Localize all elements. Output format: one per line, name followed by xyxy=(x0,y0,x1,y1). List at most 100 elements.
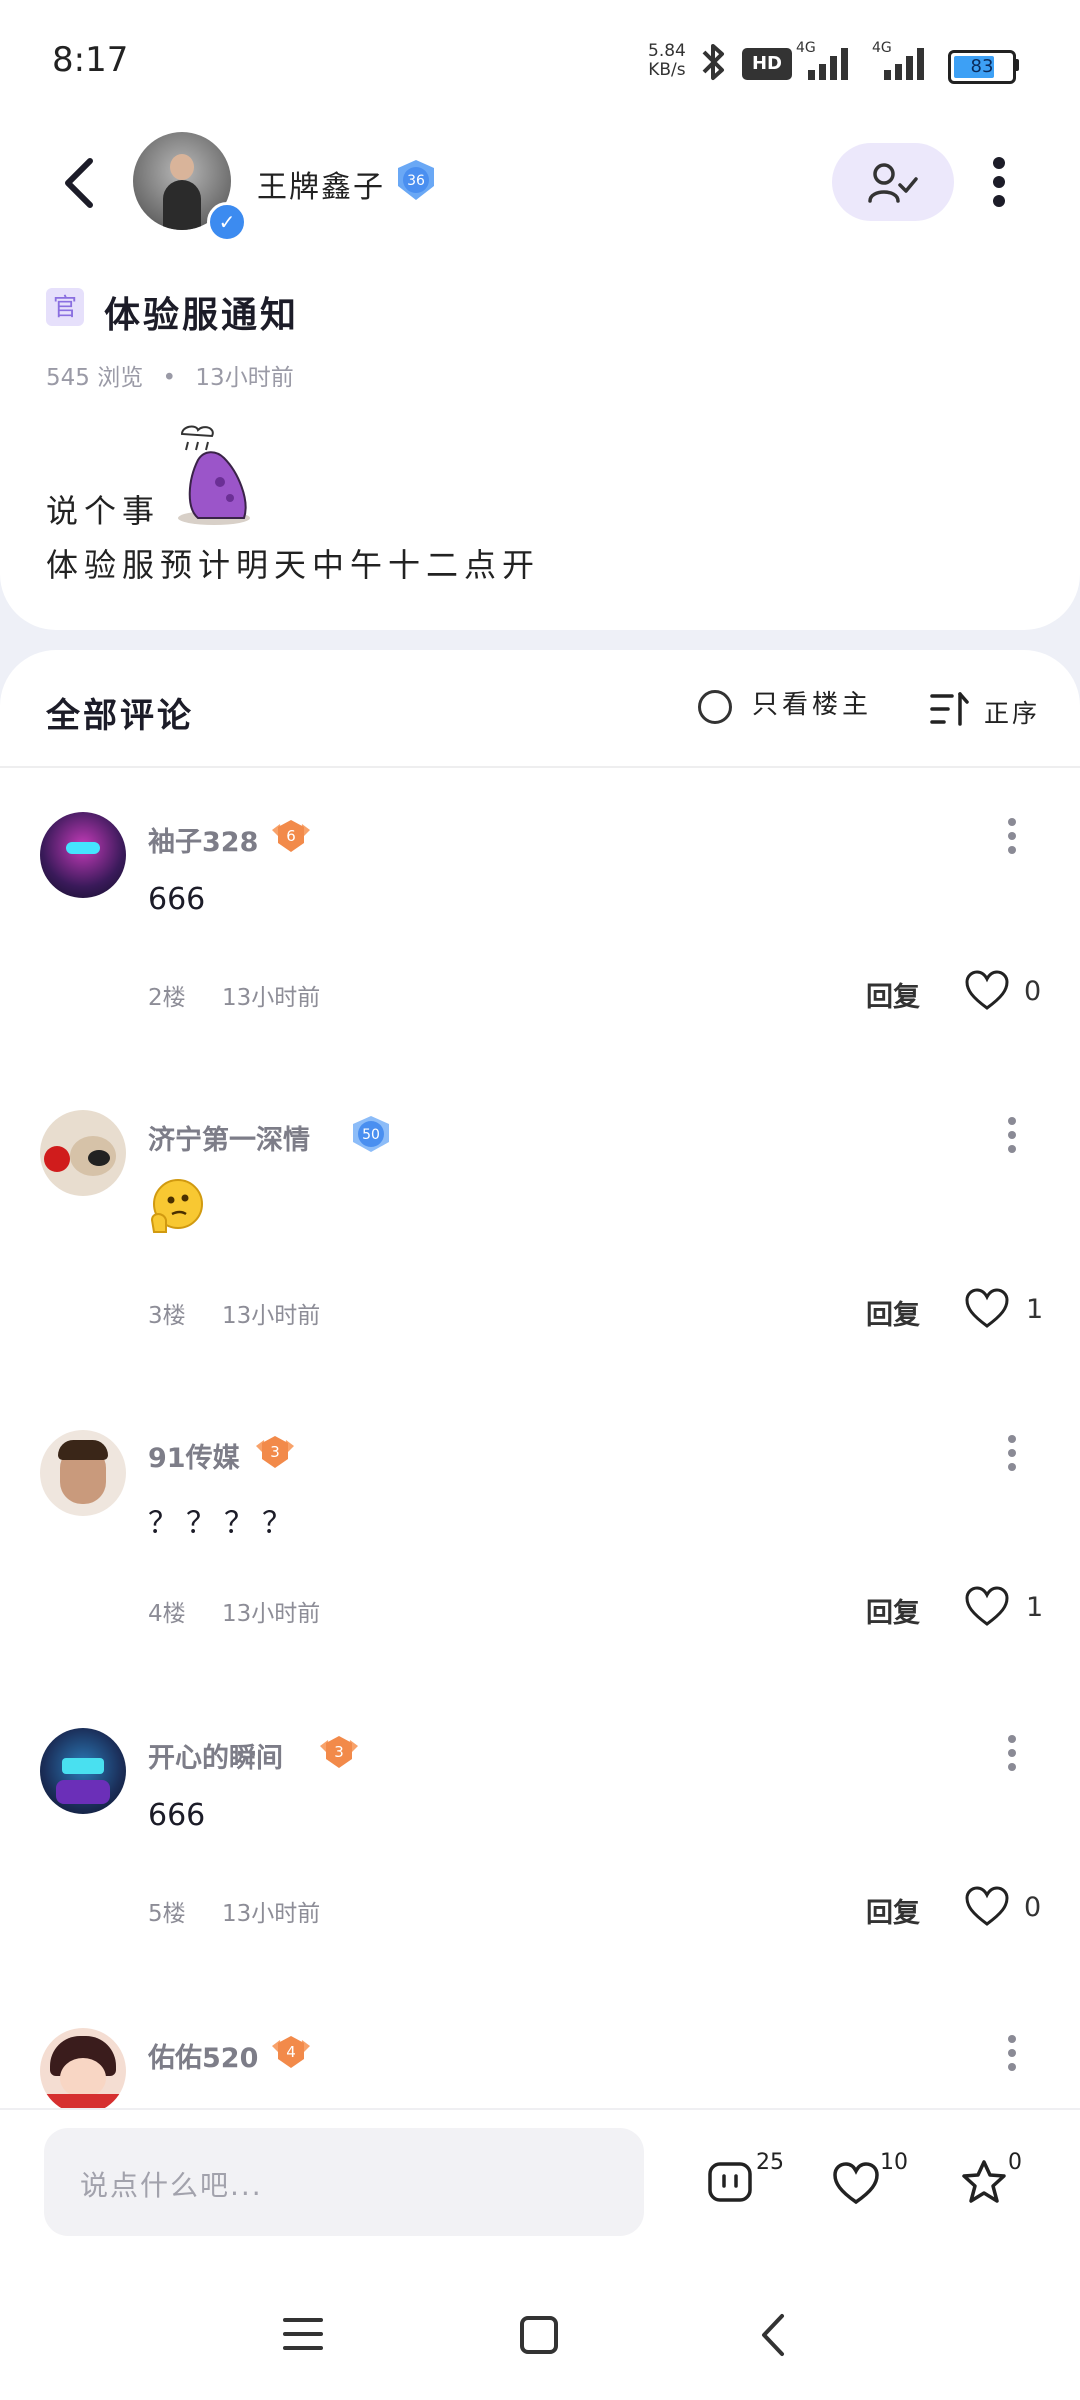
commenter-avatar[interactable] xyxy=(40,812,126,898)
post-body-line1: 说个事 xyxy=(46,492,161,530)
heart-icon[interactable] xyxy=(964,1586,1010,1628)
commenter-avatar[interactable] xyxy=(40,1728,126,1814)
comment-more-icon[interactable] xyxy=(1007,1116,1017,1154)
commenter-name[interactable]: 佑佑520 xyxy=(148,2036,258,2075)
commenter-avatar[interactable] xyxy=(40,1430,126,1516)
status-time: 8:17 xyxy=(52,40,129,80)
post-time: 13小时前 xyxy=(195,365,294,391)
level-badge: 6 xyxy=(272,820,310,852)
commenter-name[interactable]: 济宁第一深情 xyxy=(148,1118,310,1157)
reply-button[interactable]: 回复 xyxy=(866,1891,920,1930)
heart-icon[interactable] xyxy=(964,1886,1010,1928)
avatar-nose xyxy=(88,1150,110,1166)
speed-unit: KB/s xyxy=(648,60,686,80)
avatar-head xyxy=(170,154,194,180)
only-op-radio[interactable] xyxy=(698,690,732,724)
comment-text: 666 xyxy=(148,1798,206,1833)
battery-percent: 83 xyxy=(970,56,994,77)
comment-floor: 5楼 xyxy=(148,1901,186,1927)
avatar-visor xyxy=(62,1758,104,1774)
comment-text: 666 xyxy=(148,882,206,917)
more-vert-icon[interactable] xyxy=(992,156,1006,208)
author-name[interactable]: 王牌鑫子 xyxy=(257,162,385,206)
comment-input-placeholder[interactable]: 说点什么吧... xyxy=(80,2164,263,2204)
meta-separator: • xyxy=(162,365,177,391)
commenter-avatar[interactable] xyxy=(40,2028,126,2114)
back-icon[interactable] xyxy=(60,155,100,211)
hd-badge: HD xyxy=(742,48,792,80)
comment-more-icon[interactable] xyxy=(1007,2034,1017,2072)
comment-count: 25 xyxy=(756,2150,784,2175)
comment-floor: 3楼 xyxy=(148,1303,186,1329)
comment-time: 13小时前 xyxy=(222,1601,321,1627)
level-text: 50 xyxy=(362,1127,380,1143)
avatar-face xyxy=(60,2058,106,2098)
bluetooth-icon xyxy=(702,44,724,80)
like-count: 1 xyxy=(1026,1294,1044,1325)
level-text: 3 xyxy=(334,1743,344,1761)
heart-icon[interactable] xyxy=(964,1288,1010,1330)
level-badge: 36 xyxy=(398,160,434,200)
level-text: 36 xyxy=(407,173,425,189)
level-badge: 50 xyxy=(353,1116,389,1152)
favorite-count: 0 xyxy=(1008,2150,1022,2175)
level-text: 6 xyxy=(286,827,296,845)
like-count: 0 xyxy=(1024,976,1042,1007)
menu-nav-icon[interactable] xyxy=(282,2314,324,2354)
divider xyxy=(0,766,1080,768)
sort-label[interactable]: 正序 xyxy=(984,694,1040,730)
home-nav-icon[interactable] xyxy=(518,2314,560,2356)
commenter-avatar[interactable] xyxy=(40,1110,126,1196)
comments-title: 全部评论 xyxy=(46,696,194,736)
avatar-visor xyxy=(66,842,100,854)
comment-more-icon[interactable] xyxy=(1007,1434,1017,1472)
signal-icon xyxy=(808,48,848,80)
heart-icon[interactable] xyxy=(964,970,1010,1012)
verified-icon: ✓ xyxy=(207,202,247,242)
level-badge: 4 xyxy=(272,2036,310,2068)
comment-more-icon[interactable] xyxy=(1007,1734,1017,1772)
comment-time: 13小时前 xyxy=(222,1303,321,1329)
follow-button[interactable] xyxy=(832,143,954,221)
thinking-emoji-icon xyxy=(150,1179,203,1233)
only-op-label[interactable]: 只看楼主 xyxy=(752,684,872,721)
level-badge: 3 xyxy=(320,1736,358,1768)
network-speed: 5.84 KB/s xyxy=(648,42,686,80)
level-badge: 3 xyxy=(256,1436,294,1468)
like-count-total: 10 xyxy=(880,2150,908,2175)
commenter-name[interactable]: 袖子328 xyxy=(148,820,258,859)
reply-button[interactable]: 回复 xyxy=(866,1293,920,1332)
avatar-body xyxy=(56,1780,110,1804)
official-tag: 官 xyxy=(46,288,84,326)
reply-button[interactable]: 回复 xyxy=(866,1591,920,1630)
post-body-line2: 体验服预计明天中午十二点开 xyxy=(46,546,541,584)
avatar-hair xyxy=(58,1440,108,1460)
back-nav-icon[interactable] xyxy=(758,2312,788,2358)
commenter-name[interactable]: 91传媒 xyxy=(148,1436,240,1475)
avatar-rose xyxy=(44,1146,70,1172)
comment-time: 13小时前 xyxy=(222,985,321,1011)
post-title: 体验服通知 xyxy=(104,295,300,336)
comment-floor: 2楼 xyxy=(148,985,186,1011)
comment-icon[interactable] xyxy=(706,2158,754,2206)
comment-more-icon[interactable] xyxy=(1007,817,1017,855)
comment-floor: 4楼 xyxy=(148,1601,186,1627)
view-count: 545 浏览 xyxy=(46,365,144,391)
like-count: 0 xyxy=(1024,1892,1042,1923)
battery-icon: 83 xyxy=(948,50,1016,84)
post-meta: 545 浏览 • 13小时前 xyxy=(46,358,294,392)
avatar-body xyxy=(163,180,201,230)
star-icon[interactable] xyxy=(960,2158,1008,2206)
sort-icon[interactable] xyxy=(930,690,970,728)
level-text: 3 xyxy=(270,1443,280,1461)
battery-tip xyxy=(1014,59,1019,71)
like-count: 1 xyxy=(1026,1592,1044,1623)
reply-button[interactable]: 回复 xyxy=(866,975,920,1014)
speed-value: 5.84 xyxy=(648,41,686,61)
status-bar: 8:17 5.84 KB/s HD 4G 4G 83 xyxy=(0,0,1080,130)
level-text: 4 xyxy=(286,2043,296,2061)
commenter-name[interactable]: 开心的瞬间 xyxy=(148,1736,283,1775)
follow-user-icon xyxy=(868,163,918,203)
signal-icon-2 xyxy=(884,48,924,80)
heart-icon[interactable] xyxy=(832,2160,880,2208)
